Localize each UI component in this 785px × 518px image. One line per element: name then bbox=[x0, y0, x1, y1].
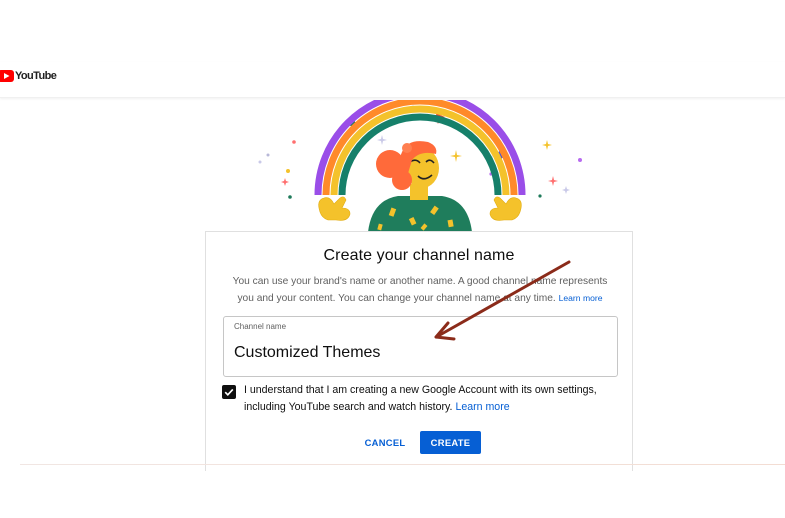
dialog-title: Create your channel name bbox=[323, 247, 515, 264]
acknowledge-row: I understand that I am creating a new Go… bbox=[222, 382, 622, 418]
channel-name-field[interactable]: Channel name bbox=[223, 316, 618, 377]
description-text: You can use your brand's name or another… bbox=[232, 276, 608, 304]
logo-text: YouTube bbox=[15, 70, 57, 82]
channel-name-label: Channel name bbox=[234, 322, 287, 331]
acknowledge-statement: I understand that I am creating a new Go… bbox=[244, 384, 597, 413]
divider bbox=[20, 464, 785, 465]
channel-name-input[interactable] bbox=[234, 341, 604, 365]
check-icon bbox=[224, 388, 234, 397]
cancel-button[interactable]: CANCEL bbox=[359, 431, 411, 453]
acknowledge-learn-more-link[interactable]: Learn more bbox=[455, 401, 509, 413]
page: YouTube Create your channel name You can… bbox=[0, 0, 785, 518]
dialog-description: You can use your brand's name or another… bbox=[224, 273, 616, 307]
youtube-logo-icon bbox=[0, 70, 14, 82]
create-channel-dialog: Create your channel name You can use you… bbox=[205, 231, 633, 471]
rainbow-illustration bbox=[258, 100, 582, 232]
youtube-logo[interactable]: YouTube bbox=[0, 70, 57, 82]
create-button[interactable]: CREATE bbox=[420, 431, 481, 454]
acknowledge-text: I understand that I am creating a new Go… bbox=[244, 382, 614, 416]
description-learn-more-link[interactable]: Learn more bbox=[559, 293, 603, 303]
top-bar: YouTube bbox=[0, 62, 785, 98]
acknowledge-checkbox[interactable] bbox=[222, 385, 236, 399]
